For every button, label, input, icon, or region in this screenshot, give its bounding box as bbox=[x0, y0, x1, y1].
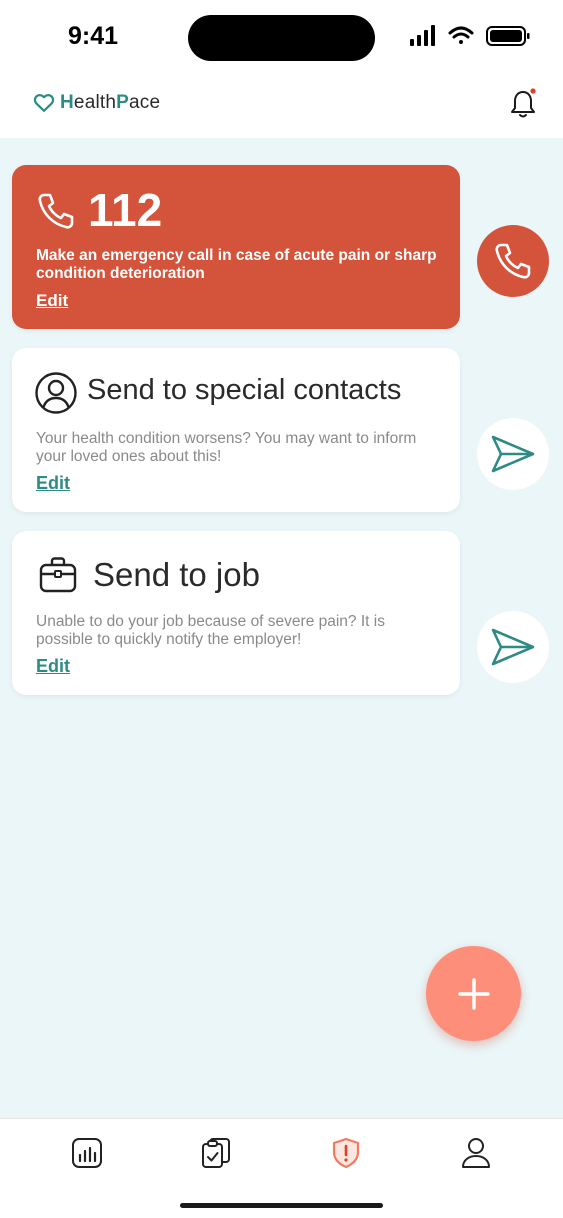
phone-icon bbox=[38, 193, 74, 229]
logo-text: HealthPace bbox=[60, 92, 161, 113]
dynamic-island bbox=[188, 15, 375, 61]
user-icon[interactable] bbox=[459, 1136, 493, 1170]
emergency-number: 112 bbox=[88, 184, 163, 236]
job-edit-link[interactable]: Edit bbox=[36, 656, 70, 677]
chart-icon[interactable] bbox=[70, 1136, 104, 1170]
phone-icon bbox=[495, 243, 531, 279]
emergency-description: Make an emergency call in case of acute … bbox=[36, 247, 437, 282]
status-bar: 9:41 bbox=[0, 0, 563, 72]
status-icons bbox=[410, 25, 530, 46]
briefcase-icon bbox=[39, 557, 77, 593]
add-button[interactable] bbox=[426, 946, 521, 1041]
heart-icon bbox=[33, 94, 55, 112]
special-contacts-card[interactable]: Send to special contacts Your health con… bbox=[12, 348, 460, 512]
job-card[interactable]: Send to job Unable to do your job becaus… bbox=[12, 531, 460, 695]
send-job-button[interactable] bbox=[477, 611, 549, 683]
notification-dot bbox=[530, 88, 536, 94]
signal-icon bbox=[410, 25, 435, 46]
clipboard-check-icon[interactable] bbox=[199, 1136, 233, 1170]
app-logo[interactable]: HealthPace bbox=[33, 90, 160, 116]
wifi-icon bbox=[448, 26, 474, 44]
emergency-edit-link[interactable]: Edit bbox=[36, 291, 68, 311]
send-contacts-button[interactable] bbox=[477, 418, 549, 490]
bell-icon[interactable] bbox=[508, 88, 538, 120]
job-description: Unable to do your job because of severe … bbox=[36, 613, 385, 648]
special-contacts-edit-link[interactable]: Edit bbox=[36, 473, 70, 494]
special-contacts-description: Your health condition worsens? You may w… bbox=[36, 430, 417, 465]
main-content: 112 Make an emergency call in case of ac… bbox=[0, 138, 563, 1118]
user-circle-icon bbox=[35, 372, 77, 414]
send-icon bbox=[491, 435, 535, 473]
special-contacts-title: Send to special contacts bbox=[87, 374, 402, 406]
battery-icon bbox=[486, 26, 530, 46]
job-title: Send to job bbox=[93, 556, 260, 593]
status-time: 9:41 bbox=[68, 22, 119, 50]
shield-alert-icon[interactable] bbox=[329, 1136, 363, 1170]
emergency-card[interactable]: 112 Make an emergency call in case of ac… bbox=[12, 165, 460, 329]
plus-icon bbox=[457, 977, 490, 1010]
send-icon bbox=[491, 628, 535, 666]
app-header: HealthPace bbox=[0, 72, 563, 138]
tab-bar bbox=[0, 1118, 563, 1218]
call-button[interactable] bbox=[477, 225, 549, 297]
home-indicator bbox=[180, 1203, 383, 1208]
